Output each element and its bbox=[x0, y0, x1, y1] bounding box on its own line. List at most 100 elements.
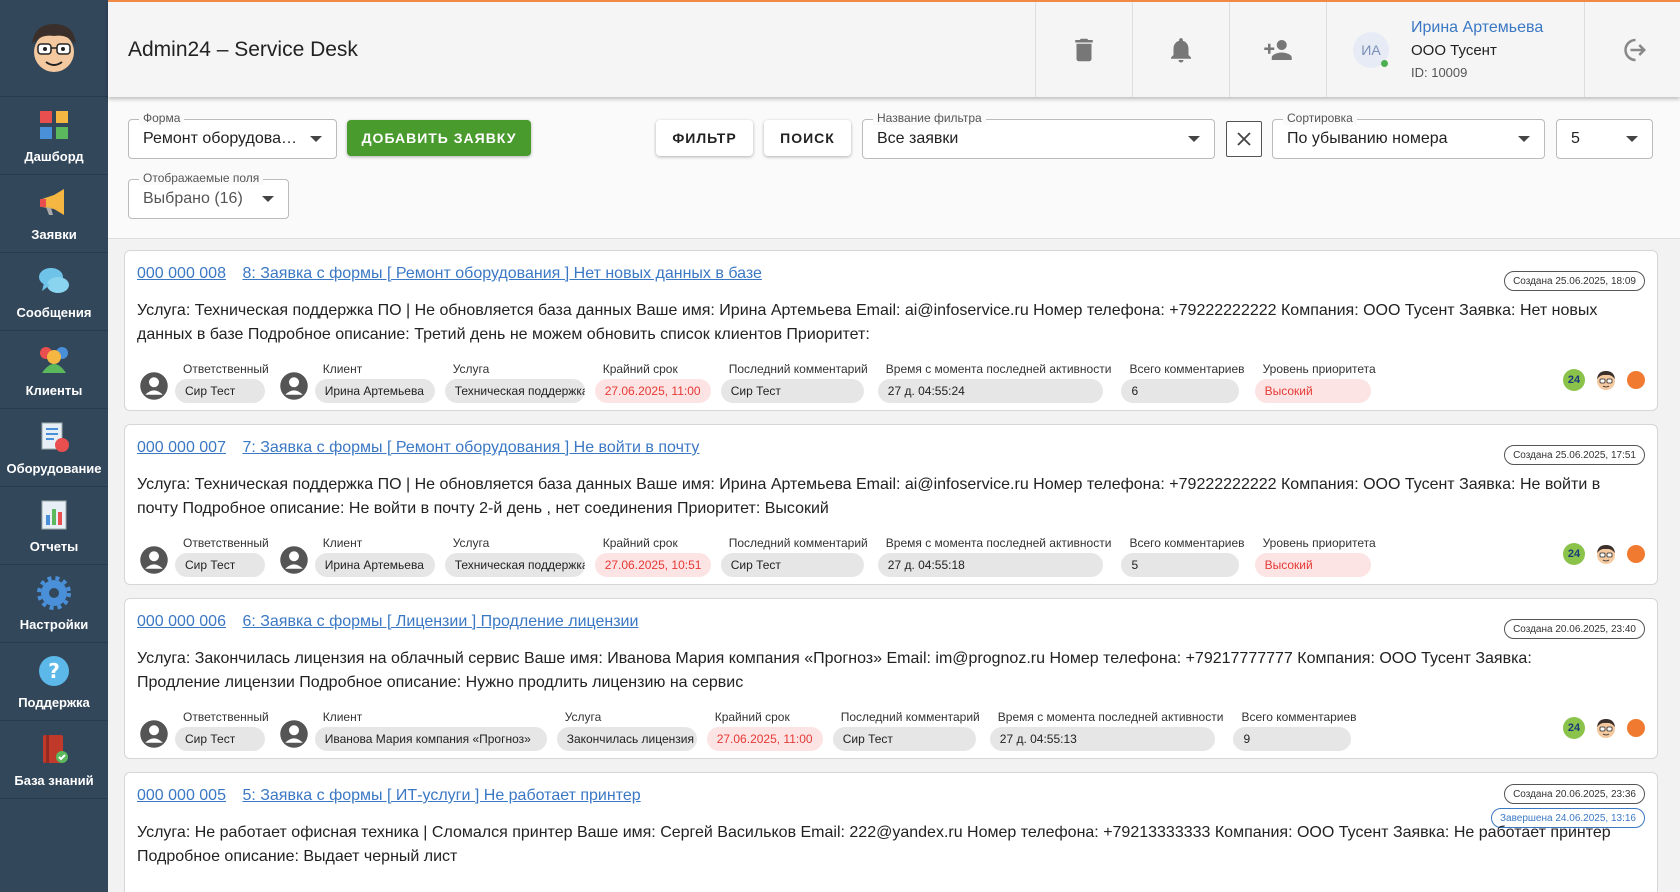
sort-select[interactable]: Сортировка По убыванию номера bbox=[1272, 111, 1545, 159]
ticket-card[interactable]: 000 000 008 8: Заявка с формы [ Ремонт о… bbox=[124, 250, 1658, 411]
ticket-card[interactable]: 000 000 005 5: Заявка с формы [ ИТ-услуг… bbox=[124, 772, 1658, 892]
since-activity-chip: 27 д. 04:55:18 bbox=[877, 553, 1103, 577]
responsible-chip[interactable]: Сир Тест bbox=[175, 727, 265, 751]
service-chip[interactable]: Техническая поддержка ПО bbox=[444, 379, 585, 403]
svg-text:?: ? bbox=[48, 659, 60, 683]
filter-name-value: Все заявки bbox=[877, 130, 959, 147]
total-comments-chip: 9 bbox=[1233, 727, 1352, 751]
admin24-icon[interactable]: 24 bbox=[1563, 543, 1585, 565]
ticket-header: 000 000 007 7: Заявка с формы [ Ремонт о… bbox=[137, 439, 711, 457]
ticket-description: Услуга: Закончилась лицензия на облачный… bbox=[137, 650, 1532, 691]
visible-fields-label: Отображаемые поля bbox=[139, 171, 264, 185]
sidebar-item-label: Сообщения bbox=[16, 305, 92, 320]
responsible-chip[interactable]: Сир Тест bbox=[175, 553, 265, 577]
meta-client: Клиент Ирина Артемьева bbox=[314, 362, 435, 403]
meta-last-comment: Последний комментарий Сир Тест bbox=[832, 710, 980, 751]
ticket-description: Услуга: Не работает офисная техника | Сл… bbox=[137, 824, 1611, 865]
logout-icon bbox=[1623, 38, 1646, 61]
header: Admin24 – Service Desk ИА Ирина Артемьев… bbox=[108, 0, 1680, 97]
ticket-card[interactable]: 000 000 006 6: Заявка с формы [ Лицензии… bbox=[124, 598, 1658, 759]
search-button[interactable]: ПОИСК bbox=[764, 120, 851, 156]
ticket-number-link[interactable]: 000 000 008 bbox=[137, 265, 226, 282]
megaphone-icon bbox=[40, 189, 64, 215]
responsible-chip[interactable]: Сир Тест bbox=[175, 379, 265, 403]
total-comments-chip: 5 bbox=[1121, 553, 1240, 577]
meta-deadline: Крайний срок 27.06.2025, 10:51 bbox=[594, 536, 711, 577]
page-size-select[interactable]: 5 bbox=[1556, 119, 1653, 159]
sidebar: Дашборд Заявки Сообщения Клиенты Оборудо… bbox=[0, 0, 108, 892]
clear-filter-button[interactable] bbox=[1226, 121, 1262, 157]
meta-priority: Уровень приоритета Высокий bbox=[1254, 536, 1376, 577]
logout-button[interactable] bbox=[1584, 2, 1680, 97]
ticket-title-link[interactable]: 7: Заявка с формы [ Ремонт оборудования … bbox=[242, 439, 699, 456]
page-size-value: 5 bbox=[1571, 130, 1580, 147]
ticket-header: 000 000 008 8: Заявка с формы [ Ремонт о… bbox=[137, 265, 774, 283]
add-ticket-button[interactable]: ДОБАВИТЬ ЗАЯВКУ bbox=[347, 120, 531, 156]
report-icon bbox=[41, 500, 67, 530]
trash-button[interactable] bbox=[1035, 2, 1132, 97]
sidebar-item-label: Настройки bbox=[19, 617, 89, 632]
ticket-description: Услуга: Техническая поддержка ПО | Не об… bbox=[137, 302, 1598, 343]
last-comment-chip: Сир Тест bbox=[720, 553, 864, 577]
trash-icon bbox=[1075, 38, 1093, 61]
equipment-icon bbox=[41, 422, 69, 452]
admin24-icon[interactable]: 24 bbox=[1563, 369, 1585, 391]
sidebar-item-label: Дашборд bbox=[24, 149, 84, 164]
form-select[interactable]: Форма Ремонт оборудования bbox=[128, 111, 337, 159]
ticket-title-link[interactable]: 8: Заявка с формы [ Ремонт оборудования … bbox=[242, 265, 761, 282]
client-chip[interactable]: Иванова Мария компания «Прогноз» bbox=[314, 727, 547, 751]
sidebar-item-knowledge-base[interactable]: База знаний bbox=[0, 721, 108, 799]
filter-name-label: Название фильтра bbox=[873, 111, 986, 125]
ticket-title-link[interactable]: 5: Заявка с формы [ ИТ-услуги ] Не работ… bbox=[242, 787, 640, 804]
ticket-number-link[interactable]: 000 000 007 bbox=[137, 439, 226, 456]
ticket-title-link[interactable]: 6: Заявка с формы [ Лицензии ] Продление… bbox=[242, 613, 638, 630]
meta-service: Услуга Техническая поддержка ПО bbox=[444, 362, 585, 403]
help-icon: ? bbox=[39, 656, 69, 686]
last-comment-chip: Сир Тест bbox=[720, 379, 864, 403]
filter-name-select[interactable]: Название фильтра Все заявки bbox=[862, 111, 1215, 159]
sidebar-item-settings[interactable]: Настройки bbox=[0, 565, 108, 643]
service-chip[interactable]: Техническая поддержка ПО bbox=[444, 553, 585, 577]
person-icon bbox=[140, 372, 168, 400]
ticket-meta: Ответственный Сир Тест Клиент Ирина Арте… bbox=[139, 359, 1386, 403]
logo[interactable] bbox=[0, 0, 108, 97]
client-chip[interactable]: Ирина Артемьева bbox=[314, 379, 435, 403]
admin24-icon[interactable]: 24 bbox=[1563, 717, 1585, 739]
sidebar-item-reports[interactable]: Отчеты bbox=[0, 487, 108, 565]
ticket-number-link[interactable]: 000 000 006 bbox=[137, 613, 226, 630]
ticket-number-link[interactable]: 000 000 005 bbox=[137, 787, 226, 804]
cartoon-face-icon[interactable] bbox=[1595, 543, 1617, 565]
sidebar-item-support[interactable]: ? Поддержка bbox=[0, 643, 108, 721]
status-dot-icon bbox=[1627, 719, 1645, 737]
notifications-button[interactable] bbox=[1132, 2, 1229, 97]
sidebar-item-clients[interactable]: Клиенты bbox=[0, 331, 108, 409]
cartoon-face-icon[interactable] bbox=[1595, 369, 1617, 391]
service-chip[interactable]: Закончилась лицензия на облачный сервис bbox=[556, 727, 697, 751]
sidebar-item-label: Заявки bbox=[31, 227, 77, 242]
sidebar-item-messages[interactable]: Сообщения bbox=[0, 253, 108, 331]
book-icon bbox=[43, 735, 68, 763]
meta-since-activity: Время с момента последней активности 27 … bbox=[877, 362, 1111, 403]
ticket-header: 000 000 006 6: Заявка с формы [ Лицензии… bbox=[137, 613, 650, 631]
sidebar-item-equipment[interactable]: Оборудование bbox=[0, 409, 108, 487]
ticket-card[interactable]: 000 000 007 7: Заявка с формы [ Ремонт о… bbox=[124, 424, 1658, 585]
add-user-button[interactable] bbox=[1229, 2, 1326, 97]
ticket-list: 000 000 008 8: Заявка с формы [ Ремонт о… bbox=[108, 239, 1680, 892]
sidebar-item-dashboard[interactable]: Дашборд bbox=[0, 97, 108, 175]
cartoon-face-icon[interactable] bbox=[1595, 717, 1617, 739]
user-name[interactable]: Ирина Артемьева bbox=[1411, 19, 1543, 37]
sidebar-item-label: Поддержка bbox=[18, 695, 90, 710]
created-badge: Создана 20.06.2025, 23:36 bbox=[1504, 784, 1645, 804]
sidebar-item-label: Клиенты bbox=[25, 383, 83, 398]
visible-fields-select[interactable]: Отображаемые поля Выбрано (16) bbox=[128, 171, 289, 219]
ticket-icons: 24 bbox=[1563, 369, 1645, 391]
ticket-description: Услуга: Техническая поддержка ПО | Не об… bbox=[137, 476, 1601, 517]
sidebar-item-tickets[interactable]: Заявки bbox=[0, 175, 108, 253]
client-chip[interactable]: Ирина Артемьева bbox=[314, 553, 435, 577]
user-profile[interactable]: ИА Ирина Артемьева ООО Тусент ID: 10009 bbox=[1326, 2, 1584, 97]
add-user-icon bbox=[1264, 39, 1292, 60]
deadline-chip: 27.06.2025, 11:00 bbox=[706, 727, 823, 751]
chevron-down-icon bbox=[1626, 136, 1638, 142]
filter-button[interactable]: ФИЛЬТР bbox=[656, 120, 753, 156]
person-icon bbox=[140, 720, 168, 748]
